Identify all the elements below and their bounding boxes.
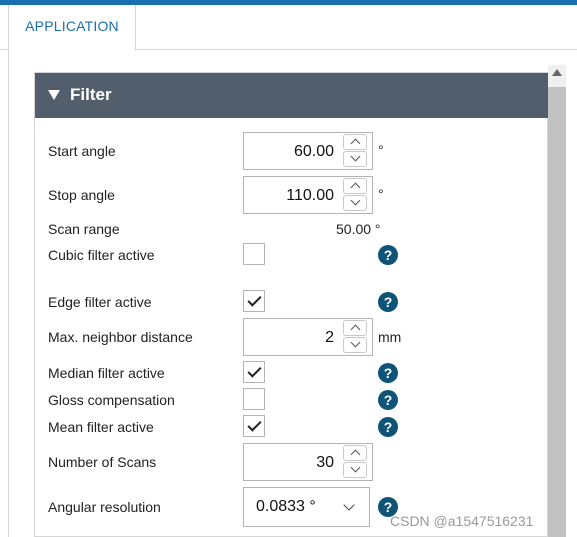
scroll-thumb[interactable]	[548, 87, 566, 537]
angular-resolution-value: 0.0833 °	[256, 498, 316, 515]
scan-range-label: Scan range	[48, 221, 120, 237]
collapse-triangle-icon[interactable]	[48, 90, 60, 100]
help-icon[interactable]: ?	[378, 245, 398, 265]
median-filter-label: Median filter active	[48, 365, 165, 381]
chevron-up-icon	[350, 182, 361, 193]
start-angle-spinbox[interactable]: 60.00	[243, 132, 373, 170]
number-of-scans-increment-button[interactable]	[343, 445, 367, 461]
tab-application[interactable]: APPLICATION	[8, 5, 136, 51]
edge-filter-checkbox[interactable]	[243, 290, 265, 312]
help-icon[interactable]: ?	[378, 363, 398, 383]
cubic-filter-label: Cubic filter active	[48, 247, 155, 263]
chevron-down-icon	[350, 195, 361, 206]
tab-strip: APPLICATION	[0, 5, 577, 51]
vertical-scrollbar[interactable]	[548, 65, 566, 537]
stop-angle-spinbox[interactable]: 110.00	[243, 176, 373, 214]
start-angle-value[interactable]: 60.00	[294, 143, 334, 161]
angular-resolution-label: Angular resolution	[48, 499, 161, 515]
number-of-scans-spinbox[interactable]: 30	[243, 443, 373, 481]
chevron-down-icon	[343, 499, 355, 511]
help-icon[interactable]: ?	[378, 390, 398, 410]
chevron-down-icon	[350, 337, 361, 348]
mean-filter-label: Mean filter active	[48, 419, 154, 435]
chevron-up-icon	[350, 324, 361, 335]
help-icon[interactable]: ?	[378, 292, 398, 312]
start-angle-decrement-button[interactable]	[343, 151, 367, 167]
max-neighbor-decrement-button[interactable]	[343, 337, 367, 353]
number-of-scans-decrement-button[interactable]	[343, 462, 367, 478]
chevron-up-icon	[350, 138, 361, 149]
start-angle-label: Start angle	[48, 143, 116, 159]
mean-filter-checkbox[interactable]	[243, 415, 265, 437]
cubic-filter-checkbox[interactable]	[243, 243, 265, 265]
edge-filter-label: Edge filter active	[48, 294, 152, 310]
stop-angle-decrement-button[interactable]	[343, 195, 367, 211]
chevron-down-icon	[350, 151, 361, 162]
filter-panel-title: Filter	[70, 85, 112, 104]
stop-angle-increment-button[interactable]	[343, 178, 367, 194]
max-neighbor-distance-unit: mm	[378, 329, 402, 345]
scan-range-value: 50.00 °	[336, 221, 381, 237]
median-filter-checkbox[interactable]	[243, 361, 265, 383]
gloss-compensation-checkbox[interactable]	[243, 388, 265, 410]
help-icon[interactable]: ?	[378, 417, 398, 437]
angular-resolution-select[interactable]: 0.0833 °	[243, 487, 370, 527]
number-of-scans-value[interactable]: 30	[316, 454, 334, 472]
number-of-scans-label: Number of Scans	[48, 454, 157, 470]
filter-panel-header[interactable]: Filter	[35, 73, 548, 118]
max-neighbor-increment-button[interactable]	[343, 320, 367, 336]
chevron-down-icon	[350, 462, 361, 473]
scroll-up-arrow-icon[interactable]	[552, 69, 562, 76]
watermark: CSDN @a1547516231	[390, 513, 534, 529]
max-neighbor-distance-label: Max. neighbor distance	[48, 329, 193, 345]
stop-angle-unit: °	[378, 186, 384, 202]
max-neighbor-distance-spinbox[interactable]: 2	[243, 318, 373, 356]
max-neighbor-distance-value[interactable]: 2	[325, 329, 334, 347]
gloss-compensation-label: Gloss compensation	[48, 392, 175, 408]
start-angle-increment-button[interactable]	[343, 134, 367, 150]
stop-angle-value[interactable]: 110.00	[286, 187, 334, 205]
start-angle-unit: °	[378, 142, 384, 158]
chevron-up-icon	[350, 449, 361, 460]
stop-angle-label: Stop angle	[48, 187, 115, 203]
tab-application-label: APPLICATION	[25, 18, 119, 34]
